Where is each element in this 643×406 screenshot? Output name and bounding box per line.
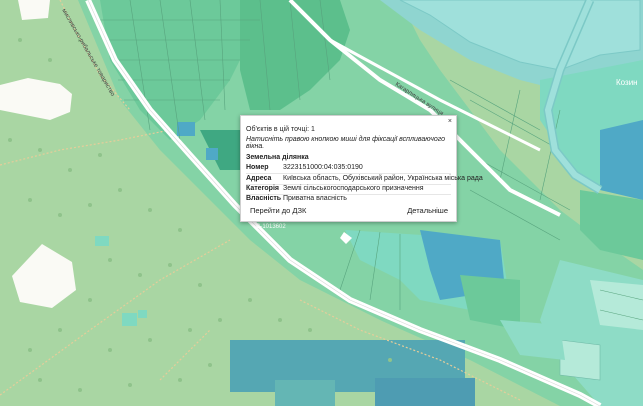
feature-info-popup: × Об'єктів в цій точці: 1 Натисніть прав… bbox=[240, 115, 483, 222]
parcel-small bbox=[177, 122, 195, 136]
object-count: Об'єктів в цій точці: 1 bbox=[246, 126, 315, 133]
parcel-small bbox=[206, 148, 218, 160]
section-title: Земельна ділянка bbox=[246, 154, 309, 161]
place-label: Козин bbox=[616, 78, 638, 87]
row-value: Приватна власність bbox=[283, 195, 347, 202]
row-key: Власність bbox=[246, 195, 282, 202]
popup-hint: Натисніть правою кнопкою миші для фіксац… bbox=[246, 136, 445, 150]
row-value: 3223151000:04:035:0190 bbox=[283, 164, 363, 171]
row-key: Номер bbox=[246, 164, 269, 171]
road-code-label: С-1013602 bbox=[256, 224, 286, 230]
row-key: Адреса bbox=[246, 175, 272, 182]
parcel-small bbox=[122, 313, 137, 326]
row-divider bbox=[246, 173, 451, 174]
goto-dzk-button[interactable]: Перейти до ДЗК bbox=[250, 206, 306, 215]
row-value: Землі сільськогосподарського призначення bbox=[283, 185, 424, 192]
parcel-zone bbox=[559, 339, 601, 381]
parcel-blue bbox=[275, 380, 335, 406]
clearing bbox=[18, 0, 50, 20]
parcel-blue bbox=[375, 378, 475, 406]
parcel-small bbox=[95, 236, 109, 246]
row-key: Категорія bbox=[246, 185, 279, 192]
parcel-zone bbox=[600, 120, 643, 200]
close-icon[interactable]: × bbox=[448, 118, 452, 126]
parcel-small bbox=[138, 310, 147, 318]
details-button[interactable]: Детальніше bbox=[407, 206, 448, 215]
row-value: Київська область, Обухівський район, Укр… bbox=[283, 175, 483, 182]
